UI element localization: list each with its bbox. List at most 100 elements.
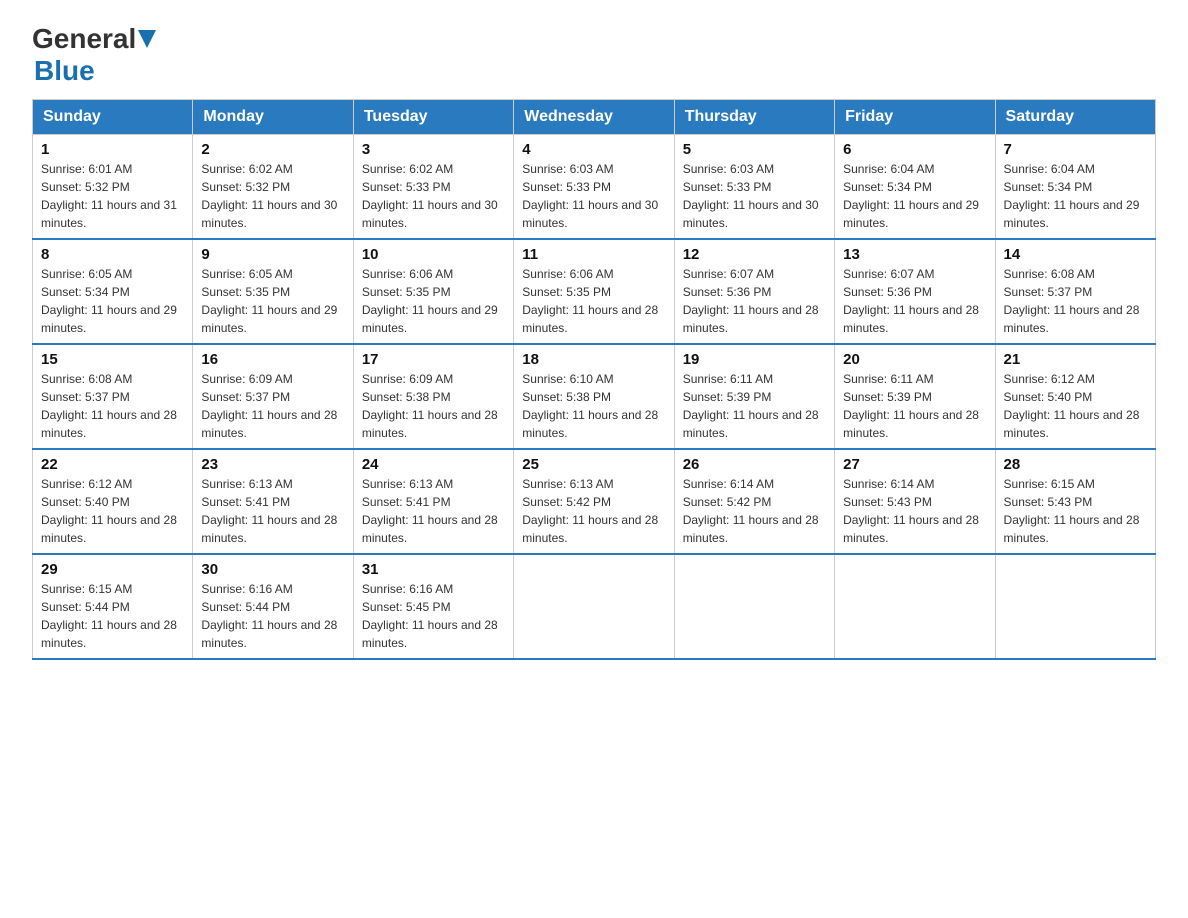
day-info: Sunrise: 6:15 AM Sunset: 5:43 PM Dayligh… [1004,475,1147,547]
day-number: 27 [843,456,986,473]
calendar-cell: 1 Sunrise: 6:01 AM Sunset: 5:32 PM Dayli… [33,134,193,239]
calendar-cell: 5 Sunrise: 6:03 AM Sunset: 5:33 PM Dayli… [674,134,834,239]
calendar-cell [514,554,674,659]
day-info: Sunrise: 6:16 AM Sunset: 5:44 PM Dayligh… [201,580,344,652]
day-number: 28 [1004,456,1147,473]
day-number: 7 [1004,141,1147,158]
day-info: Sunrise: 6:16 AM Sunset: 5:45 PM Dayligh… [362,580,505,652]
calendar-cell [835,554,995,659]
day-info: Sunrise: 6:03 AM Sunset: 5:33 PM Dayligh… [683,160,826,232]
day-info: Sunrise: 6:07 AM Sunset: 5:36 PM Dayligh… [843,265,986,337]
header-thursday: Thursday [674,99,834,134]
day-number: 14 [1004,246,1147,263]
calendar-table: SundayMondayTuesdayWednesdayThursdayFrid… [32,99,1156,660]
day-info: Sunrise: 6:06 AM Sunset: 5:35 PM Dayligh… [522,265,665,337]
week-row-2: 8 Sunrise: 6:05 AM Sunset: 5:34 PM Dayli… [33,239,1156,344]
calendar-cell: 10 Sunrise: 6:06 AM Sunset: 5:35 PM Dayl… [353,239,513,344]
day-info: Sunrise: 6:13 AM Sunset: 5:41 PM Dayligh… [362,475,505,547]
calendar-cell: 12 Sunrise: 6:07 AM Sunset: 5:36 PM Dayl… [674,239,834,344]
day-info: Sunrise: 6:02 AM Sunset: 5:33 PM Dayligh… [362,160,505,232]
day-info: Sunrise: 6:13 AM Sunset: 5:41 PM Dayligh… [201,475,344,547]
day-number: 15 [41,351,184,368]
day-number: 24 [362,456,505,473]
calendar-cell: 30 Sunrise: 6:16 AM Sunset: 5:44 PM Dayl… [193,554,353,659]
calendar-cell: 25 Sunrise: 6:13 AM Sunset: 5:42 PM Dayl… [514,449,674,554]
calendar-header: SundayMondayTuesdayWednesdayThursdayFrid… [33,99,1156,134]
day-info: Sunrise: 6:11 AM Sunset: 5:39 PM Dayligh… [683,370,826,442]
day-number: 20 [843,351,986,368]
day-number: 21 [1004,351,1147,368]
calendar-cell: 27 Sunrise: 6:14 AM Sunset: 5:43 PM Dayl… [835,449,995,554]
day-info: Sunrise: 6:10 AM Sunset: 5:38 PM Dayligh… [522,370,665,442]
calendar-cell: 14 Sunrise: 6:08 AM Sunset: 5:37 PM Dayl… [995,239,1155,344]
logo-arrow-icon [138,30,156,50]
calendar-cell: 18 Sunrise: 6:10 AM Sunset: 5:38 PM Dayl… [514,344,674,449]
day-info: Sunrise: 6:11 AM Sunset: 5:39 PM Dayligh… [843,370,986,442]
week-row-5: 29 Sunrise: 6:15 AM Sunset: 5:44 PM Dayl… [33,554,1156,659]
calendar-cell: 6 Sunrise: 6:04 AM Sunset: 5:34 PM Dayli… [835,134,995,239]
day-number: 12 [683,246,826,263]
day-number: 30 [201,561,344,578]
day-number: 13 [843,246,986,263]
calendar-cell [995,554,1155,659]
day-number: 18 [522,351,665,368]
header-monday: Monday [193,99,353,134]
calendar-cell: 31 Sunrise: 6:16 AM Sunset: 5:45 PM Dayl… [353,554,513,659]
calendar-cell: 23 Sunrise: 6:13 AM Sunset: 5:41 PM Dayl… [193,449,353,554]
calendar-cell: 29 Sunrise: 6:15 AM Sunset: 5:44 PM Dayl… [33,554,193,659]
day-number: 1 [41,141,184,158]
calendar-cell: 8 Sunrise: 6:05 AM Sunset: 5:34 PM Dayli… [33,239,193,344]
calendar-cell: 21 Sunrise: 6:12 AM Sunset: 5:40 PM Dayl… [995,344,1155,449]
header-wednesday: Wednesday [514,99,674,134]
calendar-cell: 17 Sunrise: 6:09 AM Sunset: 5:38 PM Dayl… [353,344,513,449]
calendar-cell: 9 Sunrise: 6:05 AM Sunset: 5:35 PM Dayli… [193,239,353,344]
calendar-cell: 22 Sunrise: 6:12 AM Sunset: 5:40 PM Dayl… [33,449,193,554]
day-info: Sunrise: 6:08 AM Sunset: 5:37 PM Dayligh… [41,370,184,442]
day-info: Sunrise: 6:15 AM Sunset: 5:44 PM Dayligh… [41,580,184,652]
day-number: 23 [201,456,344,473]
calendar-cell: 15 Sunrise: 6:08 AM Sunset: 5:37 PM Dayl… [33,344,193,449]
calendar-cell: 28 Sunrise: 6:15 AM Sunset: 5:43 PM Dayl… [995,449,1155,554]
header-row: SundayMondayTuesdayWednesdayThursdayFrid… [33,99,1156,134]
day-info: Sunrise: 6:05 AM Sunset: 5:35 PM Dayligh… [201,265,344,337]
day-number: 16 [201,351,344,368]
calendar-body: 1 Sunrise: 6:01 AM Sunset: 5:32 PM Dayli… [33,134,1156,659]
day-info: Sunrise: 6:09 AM Sunset: 5:38 PM Dayligh… [362,370,505,442]
calendar-cell: 13 Sunrise: 6:07 AM Sunset: 5:36 PM Dayl… [835,239,995,344]
calendar-cell: 11 Sunrise: 6:06 AM Sunset: 5:35 PM Dayl… [514,239,674,344]
day-info: Sunrise: 6:12 AM Sunset: 5:40 PM Dayligh… [41,475,184,547]
logo: General Blue [32,24,156,87]
day-info: Sunrise: 6:02 AM Sunset: 5:32 PM Dayligh… [201,160,344,232]
day-number: 17 [362,351,505,368]
day-number: 4 [522,141,665,158]
calendar-cell: 16 Sunrise: 6:09 AM Sunset: 5:37 PM Dayl… [193,344,353,449]
day-number: 31 [362,561,505,578]
logo-blue: Blue [34,55,95,87]
day-info: Sunrise: 6:14 AM Sunset: 5:42 PM Dayligh… [683,475,826,547]
calendar-cell: 26 Sunrise: 6:14 AM Sunset: 5:42 PM Dayl… [674,449,834,554]
week-row-3: 15 Sunrise: 6:08 AM Sunset: 5:37 PM Dayl… [33,344,1156,449]
week-row-1: 1 Sunrise: 6:01 AM Sunset: 5:32 PM Dayli… [33,134,1156,239]
day-number: 22 [41,456,184,473]
day-number: 2 [201,141,344,158]
calendar-cell: 3 Sunrise: 6:02 AM Sunset: 5:33 PM Dayli… [353,134,513,239]
day-info: Sunrise: 6:12 AM Sunset: 5:40 PM Dayligh… [1004,370,1147,442]
day-number: 10 [362,246,505,263]
day-info: Sunrise: 6:03 AM Sunset: 5:33 PM Dayligh… [522,160,665,232]
calendar-cell: 2 Sunrise: 6:02 AM Sunset: 5:32 PM Dayli… [193,134,353,239]
calendar-cell: 24 Sunrise: 6:13 AM Sunset: 5:41 PM Dayl… [353,449,513,554]
day-number: 26 [683,456,826,473]
day-number: 6 [843,141,986,158]
day-info: Sunrise: 6:04 AM Sunset: 5:34 PM Dayligh… [843,160,986,232]
day-number: 19 [683,351,826,368]
day-info: Sunrise: 6:04 AM Sunset: 5:34 PM Dayligh… [1004,160,1147,232]
day-info: Sunrise: 6:14 AM Sunset: 5:43 PM Dayligh… [843,475,986,547]
header-friday: Friday [835,99,995,134]
header-saturday: Saturday [995,99,1155,134]
header-sunday: Sunday [33,99,193,134]
calendar-cell [674,554,834,659]
logo-general: General [32,24,136,55]
day-number: 8 [41,246,184,263]
day-number: 11 [522,246,665,263]
day-number: 29 [41,561,184,578]
